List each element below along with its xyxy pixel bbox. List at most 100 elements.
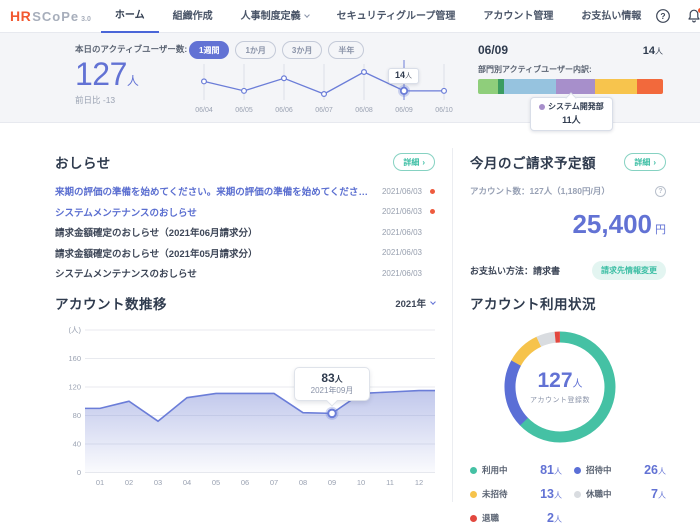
notice-title[interactable]: システムメンテナンスのおしらせ [55,266,372,280]
legend-dot-icon [470,515,477,522]
week-chart[interactable]: 06/0406/0506/0606/0706/0806/0906/10 14人 [189,60,467,123]
nav-item-label: セキュリティグループ管理 [337,1,456,32]
active-users-count: 127人 [75,58,183,90]
notice-title[interactable]: 請求金額確定のおしらせ（2021年05月請求分） [55,246,372,260]
column-divider [452,148,453,502]
bar-segment[interactable] [637,79,663,94]
notice-row[interactable]: 請求金額確定のおしらせ（2021年06月請求分） 2021/06/03 [55,222,435,243]
svg-text:?: ? [661,11,666,21]
nav-item-label: お支払い情報 [581,1,641,32]
breakdown-label: 部門別アクティブユーザー内訳: [478,64,663,75]
nav-item-link[interactable]: 人事制度定義 [227,0,323,33]
account-trend-section: アカウント数推移 2021年 (人)1601208040001020304050… [55,293,435,497]
data-point [242,88,247,93]
logo-hr: HR [10,8,31,24]
department-breakdown: 06/09 14人 部門別アクティブユーザー内訳: システム開発部 11人 [478,33,663,122]
legend-value: 13人 [540,487,562,501]
notice-date: 2021/06/03 [382,248,422,257]
legend-dot-icon [470,467,477,474]
nav-item-label: 組織作成 [173,1,213,32]
legend-dot-icon [574,491,581,498]
year-selector[interactable]: 2021年 [395,296,435,310]
notice-date: 2021/06/03 [382,228,422,237]
legend-dot-icon [574,467,581,474]
svg-text:03: 03 [154,478,162,487]
notices-detail-button[interactable]: 詳細› [393,153,435,171]
nav-item-link[interactable]: 組織作成 [159,0,227,33]
arrow-right-icon: › [422,158,425,167]
nav-item-label: ホーム [115,0,145,31]
top-nav: HR SCoPe 3.0 ホーム組織作成人事制度定義 セキュリティグループ管理アカ… [0,0,700,33]
svg-text:06/05: 06/05 [235,107,253,114]
svg-text:80: 80 [73,411,81,420]
active-users-label: 本日のアクティブユーザー数: [75,43,183,55]
data-point [282,76,287,81]
svg-text:06/06: 06/06 [275,107,293,114]
period-pill[interactable]: 半年 [328,41,364,59]
app-logo[interactable]: HR SCoPe 3.0 [10,8,91,24]
donut-segment [500,327,620,447]
change-billing-button[interactable]: 請求先情報変更 [592,261,666,280]
billing-account-line: アカウント数：127人（1,180円/月） [470,185,610,197]
help-icon[interactable]: ? [655,8,671,24]
nav-item-label: 人事制度定義 [241,1,301,32]
period-pill[interactable]: 1週間 [189,41,229,59]
bar-segment[interactable] [556,79,595,94]
unread-dot-icon [430,189,435,194]
donut-segment [500,327,620,447]
notice-row[interactable]: システムメンテナンスのおしらせ 2021/06/03 [55,263,435,284]
bell-icon[interactable] [686,8,700,24]
nav-item-link[interactable]: お支払い情報 [567,0,655,33]
svg-text:06/04: 06/04 [195,107,213,114]
period-pill[interactable]: 3か月 [282,41,322,59]
nav-item-active[interactable]: ホーム [101,0,159,33]
svg-text:06/07: 06/07 [315,107,333,114]
notice-row[interactable]: 請求金額確定のおしらせ（2021年05月請求分） 2021/06/03 [55,243,435,264]
active-users-band: 本日のアクティブユーザー数: 127人 前日比 -13 1週間1か月3か月半年 … [0,33,700,123]
usage-legend: 利用中81人招待中26人未招待13人休職中7人退職2人 [470,463,666,525]
bar-segment[interactable] [504,79,556,94]
bar-segment[interactable] [595,79,638,94]
data-point [362,70,367,75]
data-point [442,88,447,93]
notice-date: 2021/06/03 [382,269,422,278]
selected-point [401,88,407,94]
svg-text:08: 08 [299,478,307,487]
billing-detail-button[interactable]: 詳細› [624,153,666,171]
notices-title: おしらせ [55,152,111,172]
data-point [322,92,327,97]
svg-text:05: 05 [212,478,220,487]
trend-area [85,391,435,473]
notice-row[interactable]: システムメンテナンスのおしらせ2021/06/03 [55,202,435,223]
legend-label: 未招待 [482,488,508,500]
svg-text:40: 40 [73,440,81,449]
legend-item: 未招待 13人 [470,487,562,501]
svg-text:04: 04 [183,478,191,487]
bar-segment[interactable] [478,79,498,94]
legend-value: 81人 [540,463,562,477]
svg-text:12: 12 [415,478,423,487]
svg-text:02: 02 [125,478,133,487]
notice-list: 来期の評価の準備を始めてください。来期の評価の準備を始めてください。来期... 2… [55,181,435,284]
notice-title[interactable]: システムメンテナンスのおしらせ [55,205,372,219]
trend-tooltip: 83人 2021年09月 [294,367,370,401]
notice-title[interactable]: 請求金額確定のおしらせ（2021年06月請求分） [55,225,372,239]
billing-section: 今月のご請求予定額 詳細› アカウント数：127人（1,180円/月） ? 25… [470,152,666,280]
legend-value: 7人 [651,487,666,501]
logo-version: 3.0 [81,16,91,23]
trend-chart[interactable]: (人)16012080400010203040506070809101112 8… [55,317,435,497]
svg-text:11: 11 [386,478,394,487]
account-usage-section: アカウント利用状況 127人 アカウント登録数 利用中81人招待中26人未招待1… [470,293,666,525]
usage-donut-chart[interactable]: 127人 アカウント登録数 [500,327,620,447]
svg-text:0: 0 [77,468,81,477]
tooltip-dot [539,104,545,110]
notice-row[interactable]: 来期の評価の準備を始めてください。来期の評価の準備を始めてください。来期...2… [55,181,435,202]
legend-item: 招待中26人 [574,463,666,477]
nav-item-link[interactable]: セキュリティグループ管理 [323,0,470,33]
nav-items: ホーム組織作成人事制度定義 セキュリティグループ管理アカウント管理お支払い情報 [101,0,656,33]
nav-item-label: アカウント管理 [483,1,553,32]
notice-title[interactable]: 来期の評価の準備を始めてください。来期の評価の準備を始めてください。来期... [55,184,372,198]
nav-item-link[interactable]: アカウント管理 [469,0,567,33]
period-pill[interactable]: 1か月 [235,41,275,59]
billing-help-icon[interactable]: ? [655,186,666,197]
